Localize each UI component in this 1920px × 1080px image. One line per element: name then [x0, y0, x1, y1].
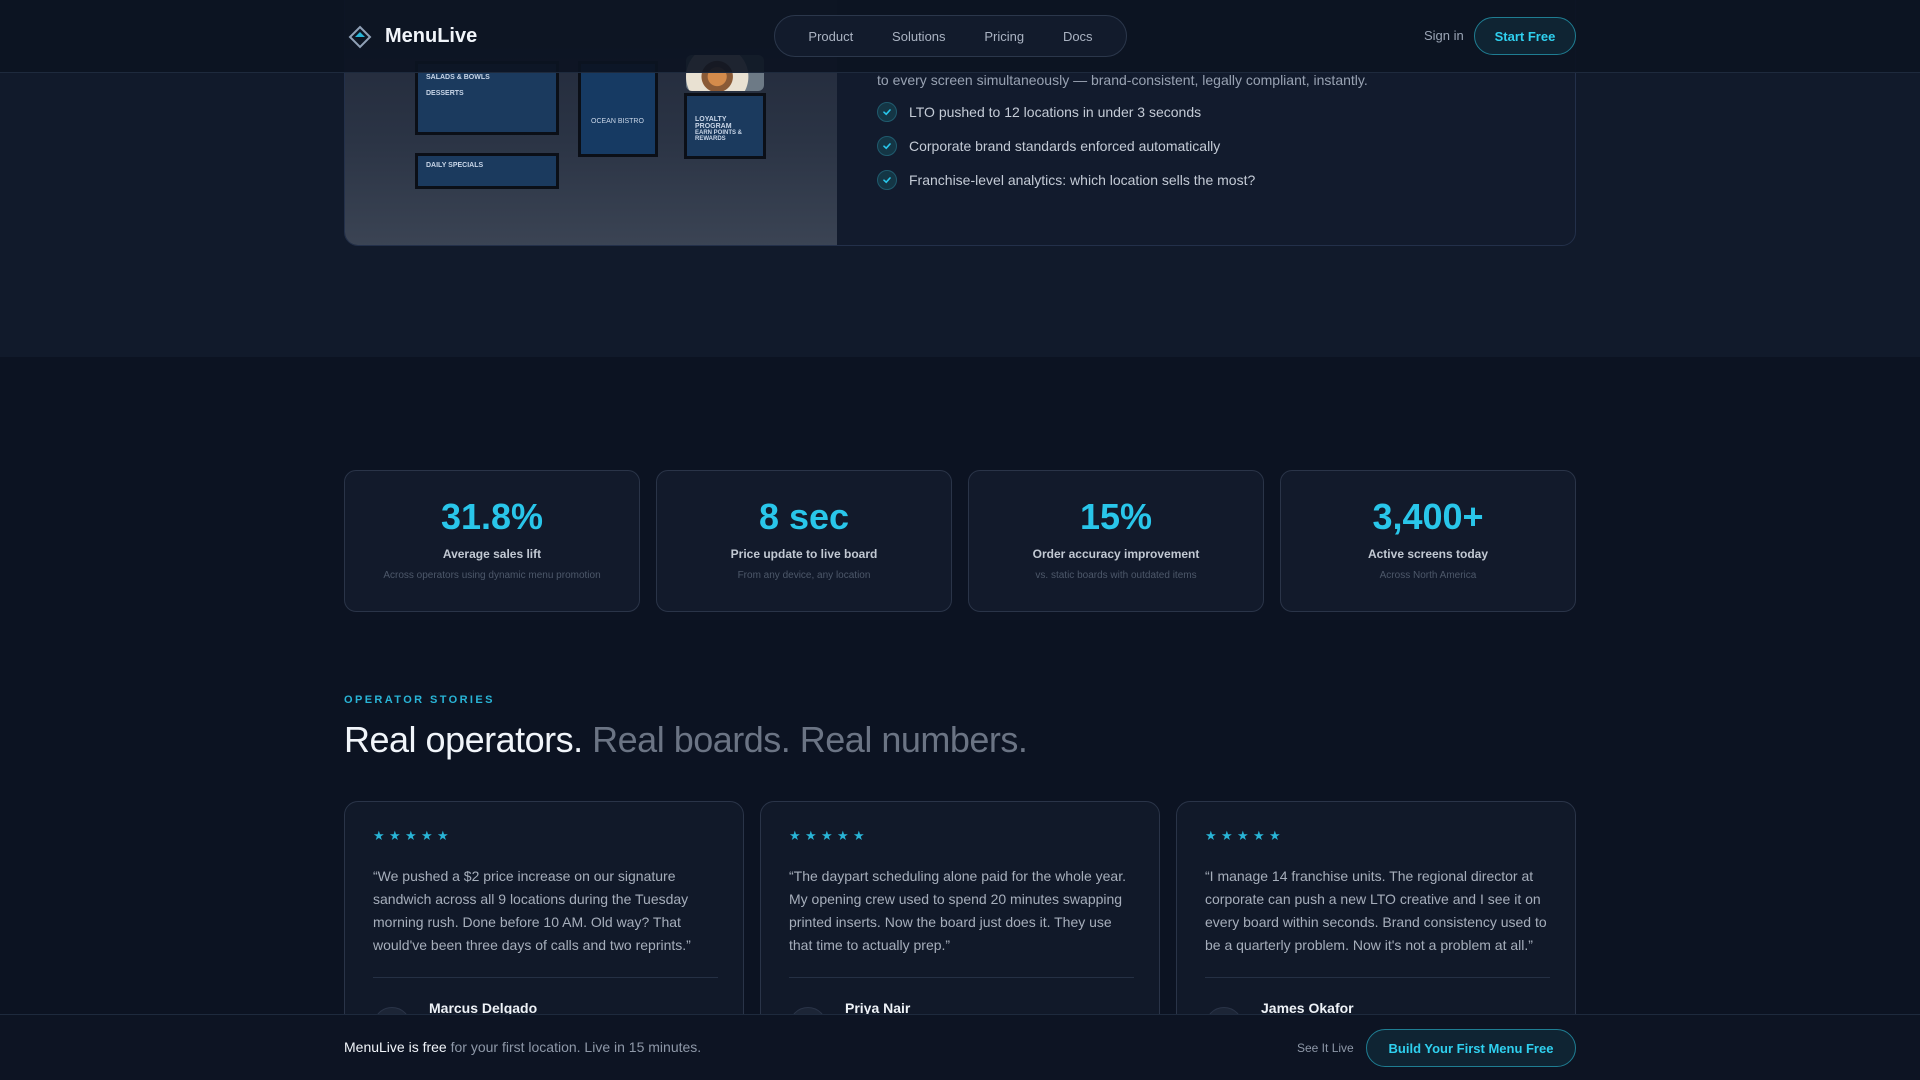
stat-value: 8 sec — [758, 496, 850, 537]
rating-stars: ★ ★ ★ ★ ★ — [789, 828, 865, 843]
star-icon: ★ — [837, 828, 849, 843]
divider — [1205, 977, 1550, 978]
star-icon: ★ — [389, 828, 401, 843]
star-icon: ★ — [421, 828, 433, 843]
stat-card: 31.8% Average sales lift Across operator… — [344, 470, 640, 612]
divider — [789, 977, 1134, 978]
stat-value: 31.8% — [440, 496, 544, 537]
stat-sub: From any device, any location — [737, 570, 871, 581]
stat-sub: Across operators using dynamic menu prom… — [383, 570, 601, 581]
stat-label: Price update to live board — [730, 547, 878, 561]
star-icon: ★ — [1253, 828, 1265, 843]
stat-card: 3,400+ Active screens today Across North… — [1280, 470, 1576, 612]
star-icon: ★ — [1205, 828, 1217, 843]
start-free-button[interactable]: Start Free — [1474, 17, 1576, 55]
build-menu-button[interactable]: Build Your First Menu Free — [1366, 1029, 1576, 1067]
testimonial-quote: “The daypart scheduling alone paid for t… — [789, 868, 1126, 953]
star-icon: ★ — [821, 828, 833, 843]
brand-logo-icon — [348, 25, 372, 48]
stat-label: Active screens today — [1367, 547, 1489, 561]
stat-label: Average sales lift — [442, 547, 542, 561]
stat-value: 3,400+ — [1372, 496, 1484, 537]
nav-links: Product Solutions Pricing Docs — [774, 15, 1127, 57]
menu-board: OCEAN BISTRO — [578, 61, 658, 157]
sign-in-link[interactable]: Sign in — [1424, 28, 1464, 43]
checkmark-icon — [877, 102, 897, 122]
star-icon: ★ — [1237, 828, 1249, 843]
check-item: Corporate brand standards enforced autom… — [877, 129, 1255, 163]
star-icon: ★ — [853, 828, 865, 843]
checkmark-icon — [877, 170, 897, 190]
star-icon: ★ — [789, 828, 801, 843]
feature-check-list: LTO pushed to 12 locations in under 3 se… — [877, 95, 1255, 197]
check-item: Franchise-level analytics: which locatio… — [877, 163, 1255, 197]
testimonial-quote: “We pushed a $2 price increase on our si… — [373, 868, 691, 953]
stat-card: 15% Order accuracy improvement vs. stati… — [968, 470, 1264, 612]
sticky-cta-bar: MenuLive is free for your first location… — [0, 1014, 1920, 1080]
stat-sub: Across North America — [1379, 570, 1477, 581]
nav-link-solutions[interactable]: Solutions — [892, 29, 945, 44]
brand-name: MenuLive — [385, 25, 478, 47]
nav-link-product[interactable]: Product — [808, 29, 853, 44]
stat-sub: vs. static boards with outdated items — [1035, 570, 1197, 581]
nav-link-docs[interactable]: Docs — [1063, 29, 1093, 44]
top-nav: MenuLive Product Solutions Pricing Docs … — [0, 0, 1920, 73]
checkmark-icon — [877, 136, 897, 156]
star-icon: ★ — [405, 828, 417, 843]
stat-card: 8 sec Price update to live board From an… — [656, 470, 952, 612]
stat-label: Order accuracy improvement — [1032, 547, 1200, 561]
divider — [373, 977, 718, 978]
nav-link-pricing[interactable]: Pricing — [984, 29, 1024, 44]
rating-stars: ★ ★ ★ ★ ★ — [373, 828, 449, 843]
cta-message: MenuLive is free for your first location… — [344, 1039, 702, 1055]
rating-stars: ★ ★ ★ ★ ★ — [1205, 828, 1281, 843]
star-icon: ★ — [1221, 828, 1233, 843]
star-icon: ★ — [805, 828, 817, 843]
star-icon: ★ — [1269, 828, 1281, 843]
check-item: LTO pushed to 12 locations in under 3 se… — [877, 95, 1255, 129]
section-kicker: OPERATOR STORIES — [344, 694, 495, 706]
star-icon: ★ — [437, 828, 449, 843]
feature-subtitle: to every screen simultaneously — brand-c… — [877, 72, 1368, 88]
menu-board: LOYALTY PROGRAM EARN POINTS & REWARDS — [684, 93, 766, 159]
testimonial-quote: “I manage 14 franchise units. The region… — [1205, 868, 1547, 953]
stat-value: 15% — [1079, 496, 1153, 537]
brand-link[interactable]: MenuLive — [348, 0, 477, 73]
star-icon: ★ — [373, 828, 385, 843]
menu-board: DAILY SPECIALS — [415, 153, 559, 189]
section-heading: Real operators. Real boards. Real number… — [344, 719, 1028, 760]
see-it-live-link[interactable]: See It Live — [1297, 1041, 1354, 1055]
